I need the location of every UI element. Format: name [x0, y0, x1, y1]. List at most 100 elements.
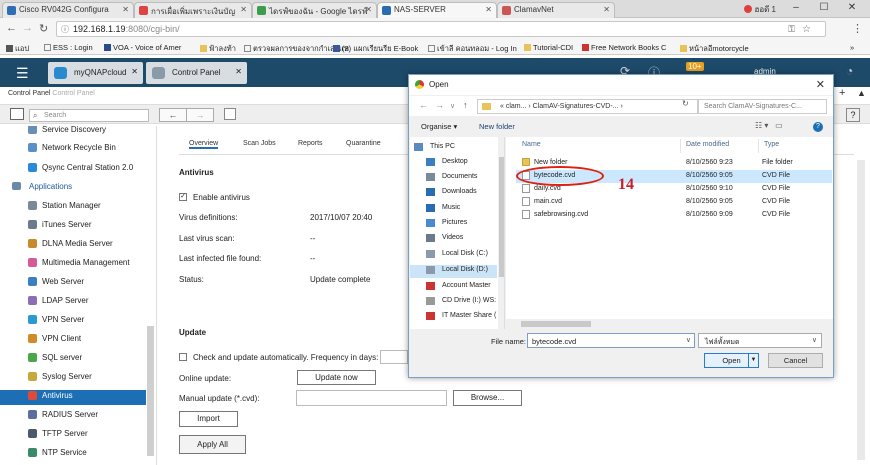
- bookmark-item[interactable]: VOA - Voice of Amer: [104, 43, 181, 52]
- browser-tab[interactable]: Cisco RV042G Configura ✕: [2, 2, 134, 18]
- new-folder-button[interactable]: New folder: [479, 122, 515, 131]
- main-menu-icon[interactable]: ☰: [16, 65, 29, 82]
- browser-tab-active[interactable]: NAS-SERVER ✕: [377, 2, 497, 18]
- home-icon[interactable]: [224, 108, 236, 120]
- add-icon[interactable]: +: [839, 87, 845, 99]
- file-row[interactable]: main.cvd 8/10/2560 9:05 CVD File: [516, 196, 832, 209]
- tab-overview[interactable]: Overview: [189, 140, 219, 149]
- dialog-search-input[interactable]: Search ClamAV-Signatures-C...: [697, 99, 827, 114]
- nav-item-local-disk-d[interactable]: Local Disk (D:): [410, 265, 497, 278]
- auto-update-checkbox[interactable]: [179, 353, 187, 361]
- forward-icon[interactable]: →: [435, 100, 444, 110]
- refresh-icon[interactable]: ↻: [682, 99, 689, 108]
- close-tab-icon[interactable]: ✕: [240, 5, 247, 14]
- close-tab-icon[interactable]: ✕: [485, 5, 492, 14]
- bookmark-star-icon[interactable]: ☆: [802, 24, 811, 35]
- folder-icon: [200, 45, 207, 52]
- url-input[interactable]: ⓘ 192.168.1.19:8080/cgi-bin/ ⚿ ☆: [56, 21, 826, 37]
- chevron-down-icon[interactable]: ∨: [686, 336, 691, 344]
- bookmark-item[interactable]: Tutorial-CDI: [524, 43, 573, 52]
- sidebar-scrollbar[interactable]: [147, 326, 154, 456]
- reload-icon[interactable]: ↻: [39, 22, 48, 35]
- file-row[interactable]: safebrowsing.cvd 8/10/2560 9:09 CVD File: [516, 209, 832, 222]
- close-icon[interactable]: ✕: [131, 67, 138, 76]
- browser-tab[interactable]: ClamavNet ✕: [497, 2, 615, 18]
- bookmark-apps[interactable]: แอป: [6, 43, 29, 55]
- vpn-client-icon: [28, 334, 37, 343]
- dashboard-icon[interactable]: ◔: [846, 64, 853, 78]
- site-info-icon[interactable]: ⓘ: [61, 24, 69, 35]
- enable-antivirus-checkbox[interactable]: ✓: [179, 193, 187, 201]
- column-name[interactable]: Name: [522, 141, 541, 148]
- frequency-days-input[interactable]: [380, 350, 408, 364]
- manual-update-file-input[interactable]: [296, 390, 447, 406]
- up-folder-icon[interactable]: ↑: [463, 100, 468, 110]
- help-icon[interactable]: ?: [846, 108, 860, 122]
- minimize-icon[interactable]: –: [782, 1, 810, 15]
- forward-button[interactable]: →: [186, 108, 214, 122]
- close-icon[interactable]: ✕: [235, 67, 242, 76]
- it-master-share-icon: [426, 312, 435, 320]
- back-icon[interactable]: ←: [419, 100, 428, 110]
- file-icon: [522, 210, 530, 219]
- close-tab-icon[interactable]: ✕: [365, 5, 372, 14]
- breadcrumb: Control Panel Control Panel: [8, 90, 95, 97]
- view-options-icon[interactable]: ☷ ▾ ▭: [755, 121, 783, 130]
- close-window-icon[interactable]: ✕: [838, 1, 866, 15]
- bookmark-item[interactable]: Free Network Books C: [582, 43, 666, 52]
- back-button[interactable]: ←: [159, 108, 187, 122]
- forward-icon[interactable]: →: [22, 22, 33, 34]
- column-date-modified[interactable]: Date modified: [686, 141, 729, 148]
- tab-reports[interactable]: Reports: [298, 140, 323, 147]
- chevron-down-icon: ∨: [811, 337, 817, 344]
- qnap-tab-myqnapcloud[interactable]: myQNAPcloud ✕: [48, 62, 143, 84]
- folder-icon: [680, 45, 687, 52]
- browser-tab[interactable]: ไดรฟ์ของฉัน - Google ไดรฟ์ ✕: [252, 2, 377, 18]
- close-tab-icon[interactable]: ✕: [603, 5, 610, 14]
- update-now-button[interactable]: Update now: [297, 370, 376, 385]
- path-breadcrumb[interactable]: « clam... › ClamAV-Signatures-CVD-... ›: [477, 99, 699, 114]
- help-icon[interactable]: ?: [813, 122, 823, 132]
- bookmark-item[interactable]: เข้าลี คอนทลอม - Log In: [428, 43, 517, 55]
- file-type-select[interactable]: ไฟล์ทั้งหมด ∨: [698, 333, 822, 348]
- import-button[interactable]: Import: [179, 411, 238, 427]
- key-icon[interactable]: ⚿: [788, 24, 795, 35]
- bookmark-item[interactable]: ฟ้าลงท้า: [200, 43, 236, 55]
- open-button[interactable]: Open ▼: [704, 353, 759, 368]
- organise-menu[interactable]: Organise ▾: [421, 122, 457, 131]
- chevron-down-icon[interactable]: ▼: [748, 354, 758, 367]
- sidebar-item-antivirus[interactable]: Antivirus: [0, 390, 146, 405]
- notification-badge[interactable]: 10+: [686, 62, 704, 71]
- cancel-button[interactable]: Cancel: [768, 353, 823, 368]
- menu-dots-icon[interactable]: ⋮: [852, 22, 863, 35]
- nav-pane-scroll-thumb[interactable]: [499, 157, 504, 277]
- sidebar-group-applications[interactable]: Applications: [12, 182, 72, 191]
- bookmark-item[interactable]: ESS : Login: [44, 43, 93, 52]
- apply-all-button[interactable]: Apply All: [179, 435, 246, 454]
- toggle-sidebar-icon[interactable]: [10, 108, 24, 120]
- bookmark-item[interactable]: หน้าลอีmotorcycle: [680, 43, 749, 55]
- qnap-tab-control-panel[interactable]: Control Panel ✕: [146, 62, 247, 84]
- content-scrollbar[interactable]: [857, 160, 865, 460]
- recent-locations-icon[interactable]: ∨: [450, 102, 455, 110]
- tab-scan-jobs[interactable]: Scan Jobs: [243, 140, 276, 147]
- search-input[interactable]: ⌕ Search: [29, 109, 149, 122]
- back-icon[interactable]: ←: [6, 22, 17, 34]
- file-list-hscroll-thumb[interactable]: [521, 321, 591, 327]
- more-bookmarks-icon[interactable]: »: [850, 43, 854, 52]
- expand-icon[interactable]: ▲: [857, 88, 866, 98]
- browse-button[interactable]: Browse...: [453, 390, 522, 406]
- column-type[interactable]: Type: [764, 141, 779, 148]
- online-update-label: Online update:: [179, 374, 232, 383]
- browser-tab[interactable]: การเผื่อเพิ่มเพราะเงินบัญ ✕: [134, 2, 252, 18]
- close-tab-icon[interactable]: ✕: [122, 5, 129, 14]
- file-name-input[interactable]: bytecode.cvd ∨: [527, 333, 695, 348]
- file-icon: [522, 184, 530, 193]
- facebook-icon: [333, 45, 340, 52]
- step-number-annotation: 14: [618, 176, 634, 193]
- maximize-icon[interactable]: ☐: [810, 1, 838, 15]
- bookmark-item[interactable]: (3) แผกเรียนรีย E-Book: [333, 43, 418, 55]
- close-dialog-icon[interactable]: ✕: [816, 78, 825, 91]
- chrome-profile[interactable]: ฮอดี 1: [744, 3, 776, 16]
- tab-quarantine[interactable]: Quarantine: [346, 140, 381, 147]
